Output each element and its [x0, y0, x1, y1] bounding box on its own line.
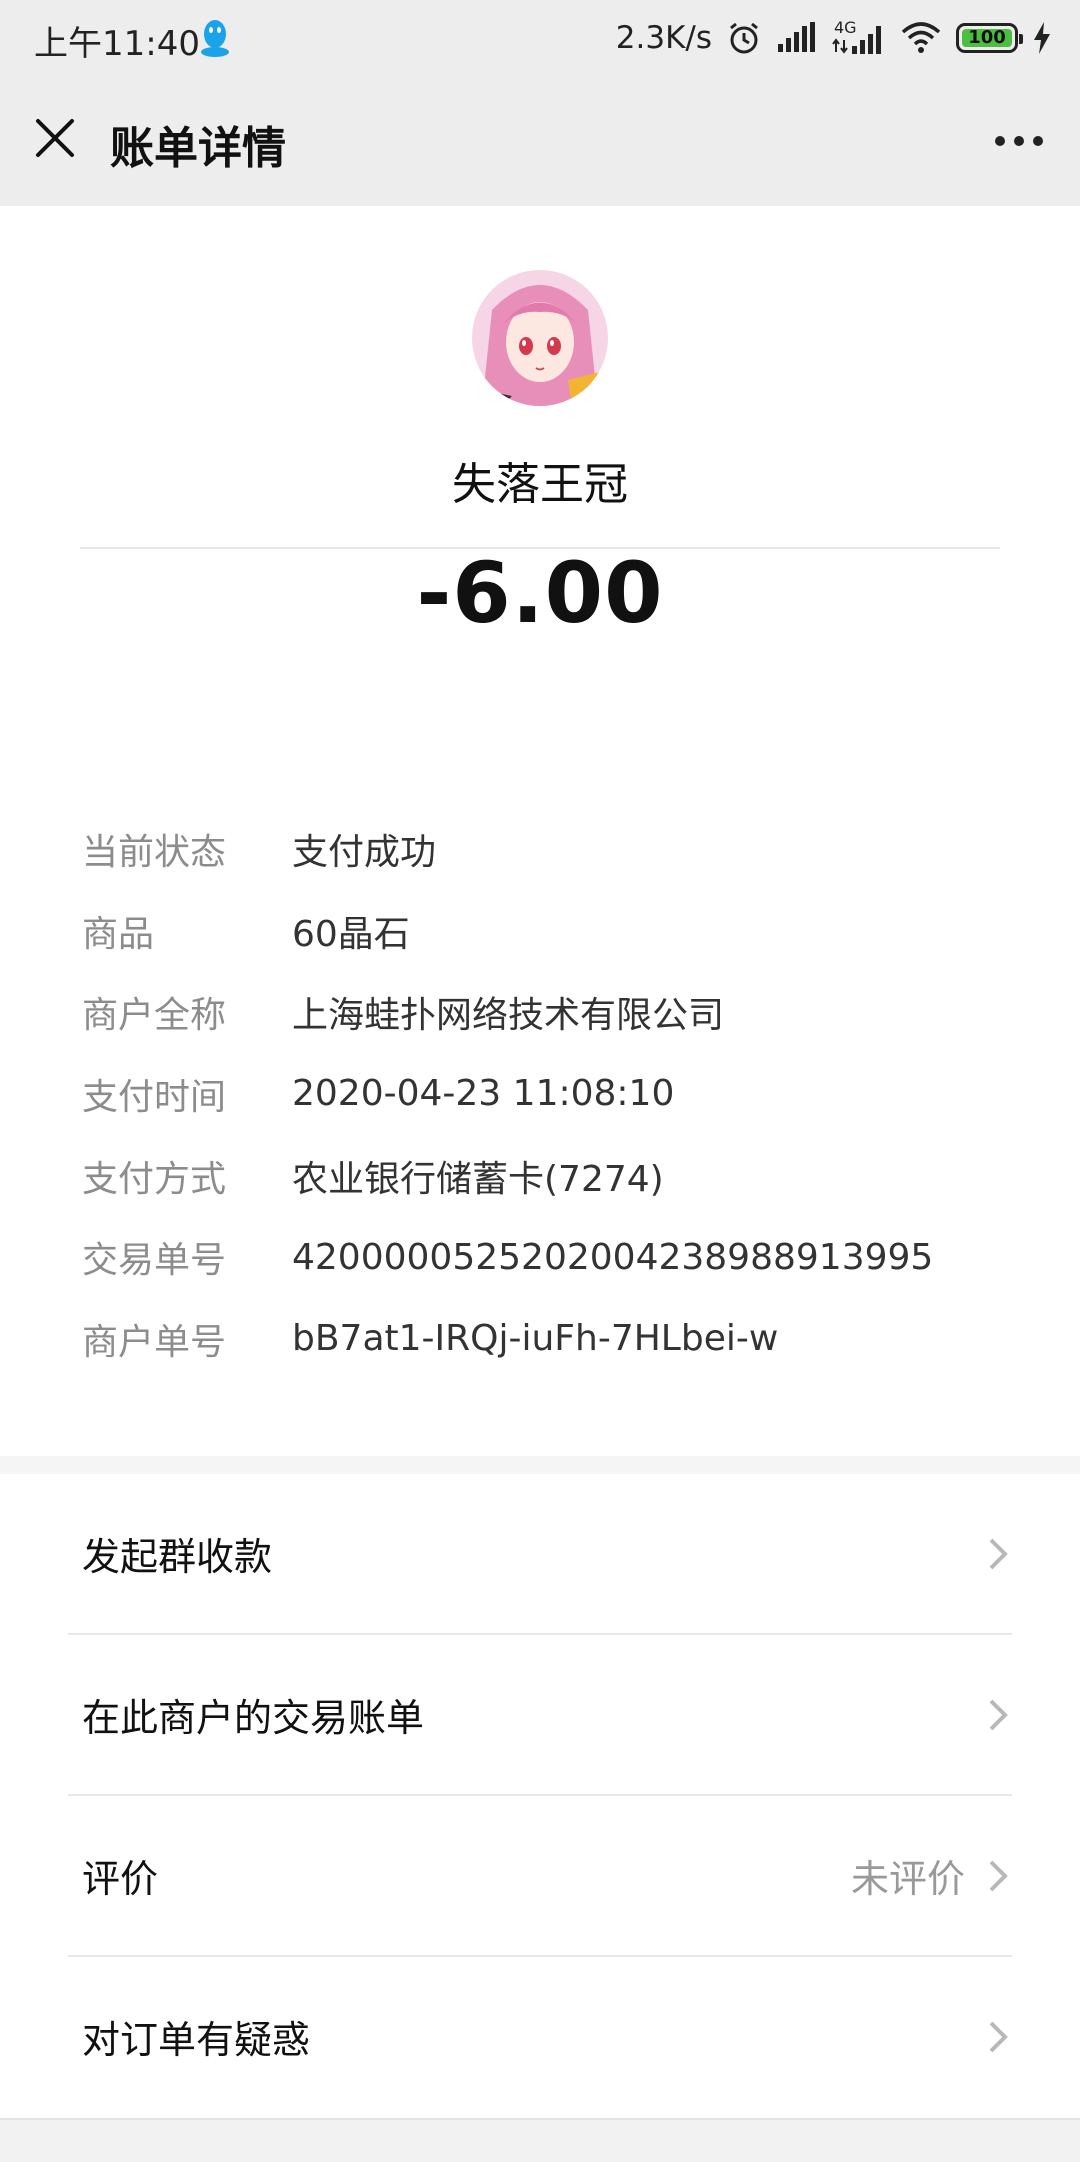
chevron-right-icon — [989, 2021, 1008, 2053]
review-status: 未评价 — [850, 1857, 965, 1901]
detail-label: 当前状态 — [82, 831, 227, 873]
menu-item-order-question[interactable]: 对订单有疑惑 — [0, 1957, 1080, 2118]
signal-4g-icon — [832, 26, 881, 54]
detail-value: 上海蛙扑网络技术有限公司 — [292, 995, 725, 1037]
qq-penguin-icon — [201, 20, 229, 57]
payment-amount: -6.00 — [416, 544, 664, 642]
divider — [80, 547, 1000, 549]
battery-icon: 100 — [956, 23, 1023, 53]
chevron-right-icon — [989, 1860, 1008, 1892]
detail-value: 支付成功 — [292, 831, 437, 873]
wifi-icon — [901, 22, 941, 53]
detail-label: 商户单号 — [82, 1321, 227, 1363]
menu-item-label: 在此商户的交易账单 — [82, 1696, 425, 1740]
signal-icon — [778, 22, 815, 52]
menu-item-label: 评价 — [82, 1857, 159, 1901]
page-title: 账单详情 — [110, 123, 286, 174]
menu-item-label: 对订单有疑惑 — [82, 2018, 311, 2062]
chevron-right-icon — [989, 1538, 1008, 1570]
battery-nub — [1019, 34, 1023, 44]
status-bar: 上午11:40 2.3K/s 4G 100 — [0, 0, 1080, 76]
detail-value: 农业银行储蓄卡(7274) — [292, 1158, 664, 1200]
detail-list: 当前状态 支付成功 商品 60晶石 商户全称 上海蛙扑网络技术有限公司 支付时间… — [82, 808, 1002, 1380]
bottom-band — [0, 2118, 1080, 2162]
signal-4g: 4G — [830, 18, 886, 56]
avatar-anime-girl-icon — [472, 270, 608, 406]
detail-value[interactable]: 4200000525202004238988913995 — [292, 1237, 933, 1278]
detail-label: 支付方式 — [82, 1158, 227, 1200]
merchant-avatar — [472, 270, 608, 406]
menu-item-review[interactable]: 评价 未评价 — [0, 1796, 1080, 1957]
detail-label: 支付时间 — [82, 1076, 227, 1118]
battery-level: 100 — [968, 27, 1006, 48]
detail-row-merchant-fullname: 商户全称 上海蛙扑网络技术有限公司 — [82, 971, 1002, 1053]
detail-row-pay-time: 支付时间 2020-04-23 11:08:10 — [82, 1053, 1002, 1135]
detail-row-transaction-id: 交易单号 4200000525202004238988913995 — [82, 1216, 1002, 1298]
more-icon[interactable] — [984, 114, 1054, 164]
detail-row-status: 当前状态 支付成功 — [82, 808, 1002, 890]
detail-value: 2020-04-23 11:08:10 — [292, 1073, 675, 1115]
menu-item-group-collect[interactable]: 发起群收款 — [0, 1474, 1080, 1635]
merchant-name: 失落王冠 — [452, 459, 628, 510]
charging-icon — [1034, 22, 1050, 54]
network-speed: 2.3K/s — [615, 20, 712, 56]
detail-label: 商品 — [82, 913, 155, 955]
detail-label: 交易单号 — [82, 1240, 227, 1282]
chevron-right-icon — [989, 1699, 1008, 1731]
detail-value: 60晶石 — [292, 913, 410, 955]
detail-row-product: 商品 60晶石 — [82, 890, 1002, 972]
status-time: 上午11:40 — [34, 24, 200, 64]
action-list: 发起群收款 在此商户的交易账单 评价 未评价 对订单有疑惑 — [0, 1474, 1080, 2118]
detail-label: 商户全称 — [82, 995, 227, 1037]
detail-value[interactable]: bB7at1-IRQj-iuFh-7HLbei-w — [292, 1318, 778, 1359]
section-gap — [0, 1456, 1080, 1474]
detail-row-merchant-order-id: 商户单号 bB7at1-IRQj-iuFh-7HLbei-w — [82, 1298, 1002, 1380]
close-icon[interactable] — [30, 113, 80, 163]
detail-row-pay-method: 支付方式 农业银行储蓄卡(7274) — [82, 1135, 1002, 1217]
menu-item-merchant-bills[interactable]: 在此商户的交易账单 — [0, 1635, 1080, 1796]
menu-item-label: 发起群收款 — [82, 1535, 273, 1579]
status-right: 2.3K/s 4G 100 — [616, 14, 1052, 62]
nav-bar: 账单详情 — [0, 76, 1080, 206]
alarm-icon — [730, 22, 758, 54]
